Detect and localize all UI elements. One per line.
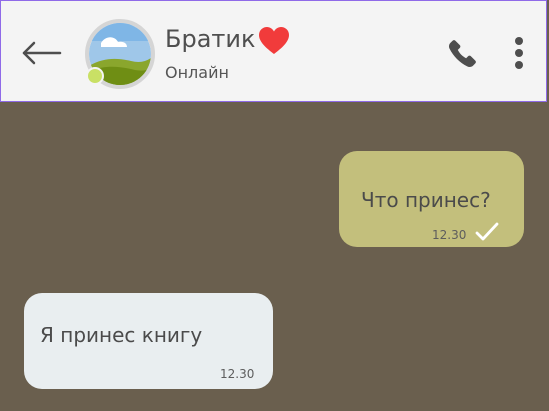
- back-button[interactable]: [17, 33, 65, 73]
- contact-avatar-wrapper[interactable]: [85, 19, 155, 89]
- more-options-button[interactable]: [506, 34, 532, 72]
- back-arrow-icon: [22, 41, 62, 65]
- chat-header: Братик Онлайн: [0, 0, 547, 102]
- online-indicator: [86, 67, 104, 85]
- phone-icon: [449, 40, 476, 67]
- outgoing-message[interactable]: Что принес? 12.30: [339, 151, 524, 247]
- message-time: 12.30: [432, 228, 467, 242]
- online-status: Онлайн: [165, 63, 229, 82]
- call-button[interactable]: [445, 35, 481, 71]
- contact-name: Братик: [165, 25, 256, 53]
- check-icon: [475, 222, 499, 241]
- heart-icon: [259, 27, 289, 54]
- message-text: Я принес книгу: [40, 323, 203, 347]
- more-vertical-icon: [515, 37, 523, 69]
- message-text: Что принес?: [361, 188, 491, 212]
- chat-screen: Братик Онлайн Что принес? 12.30 Я принес…: [0, 0, 549, 411]
- message-time: 12.30: [220, 367, 255, 381]
- incoming-message[interactable]: Я принес книгу 12.30: [24, 293, 273, 389]
